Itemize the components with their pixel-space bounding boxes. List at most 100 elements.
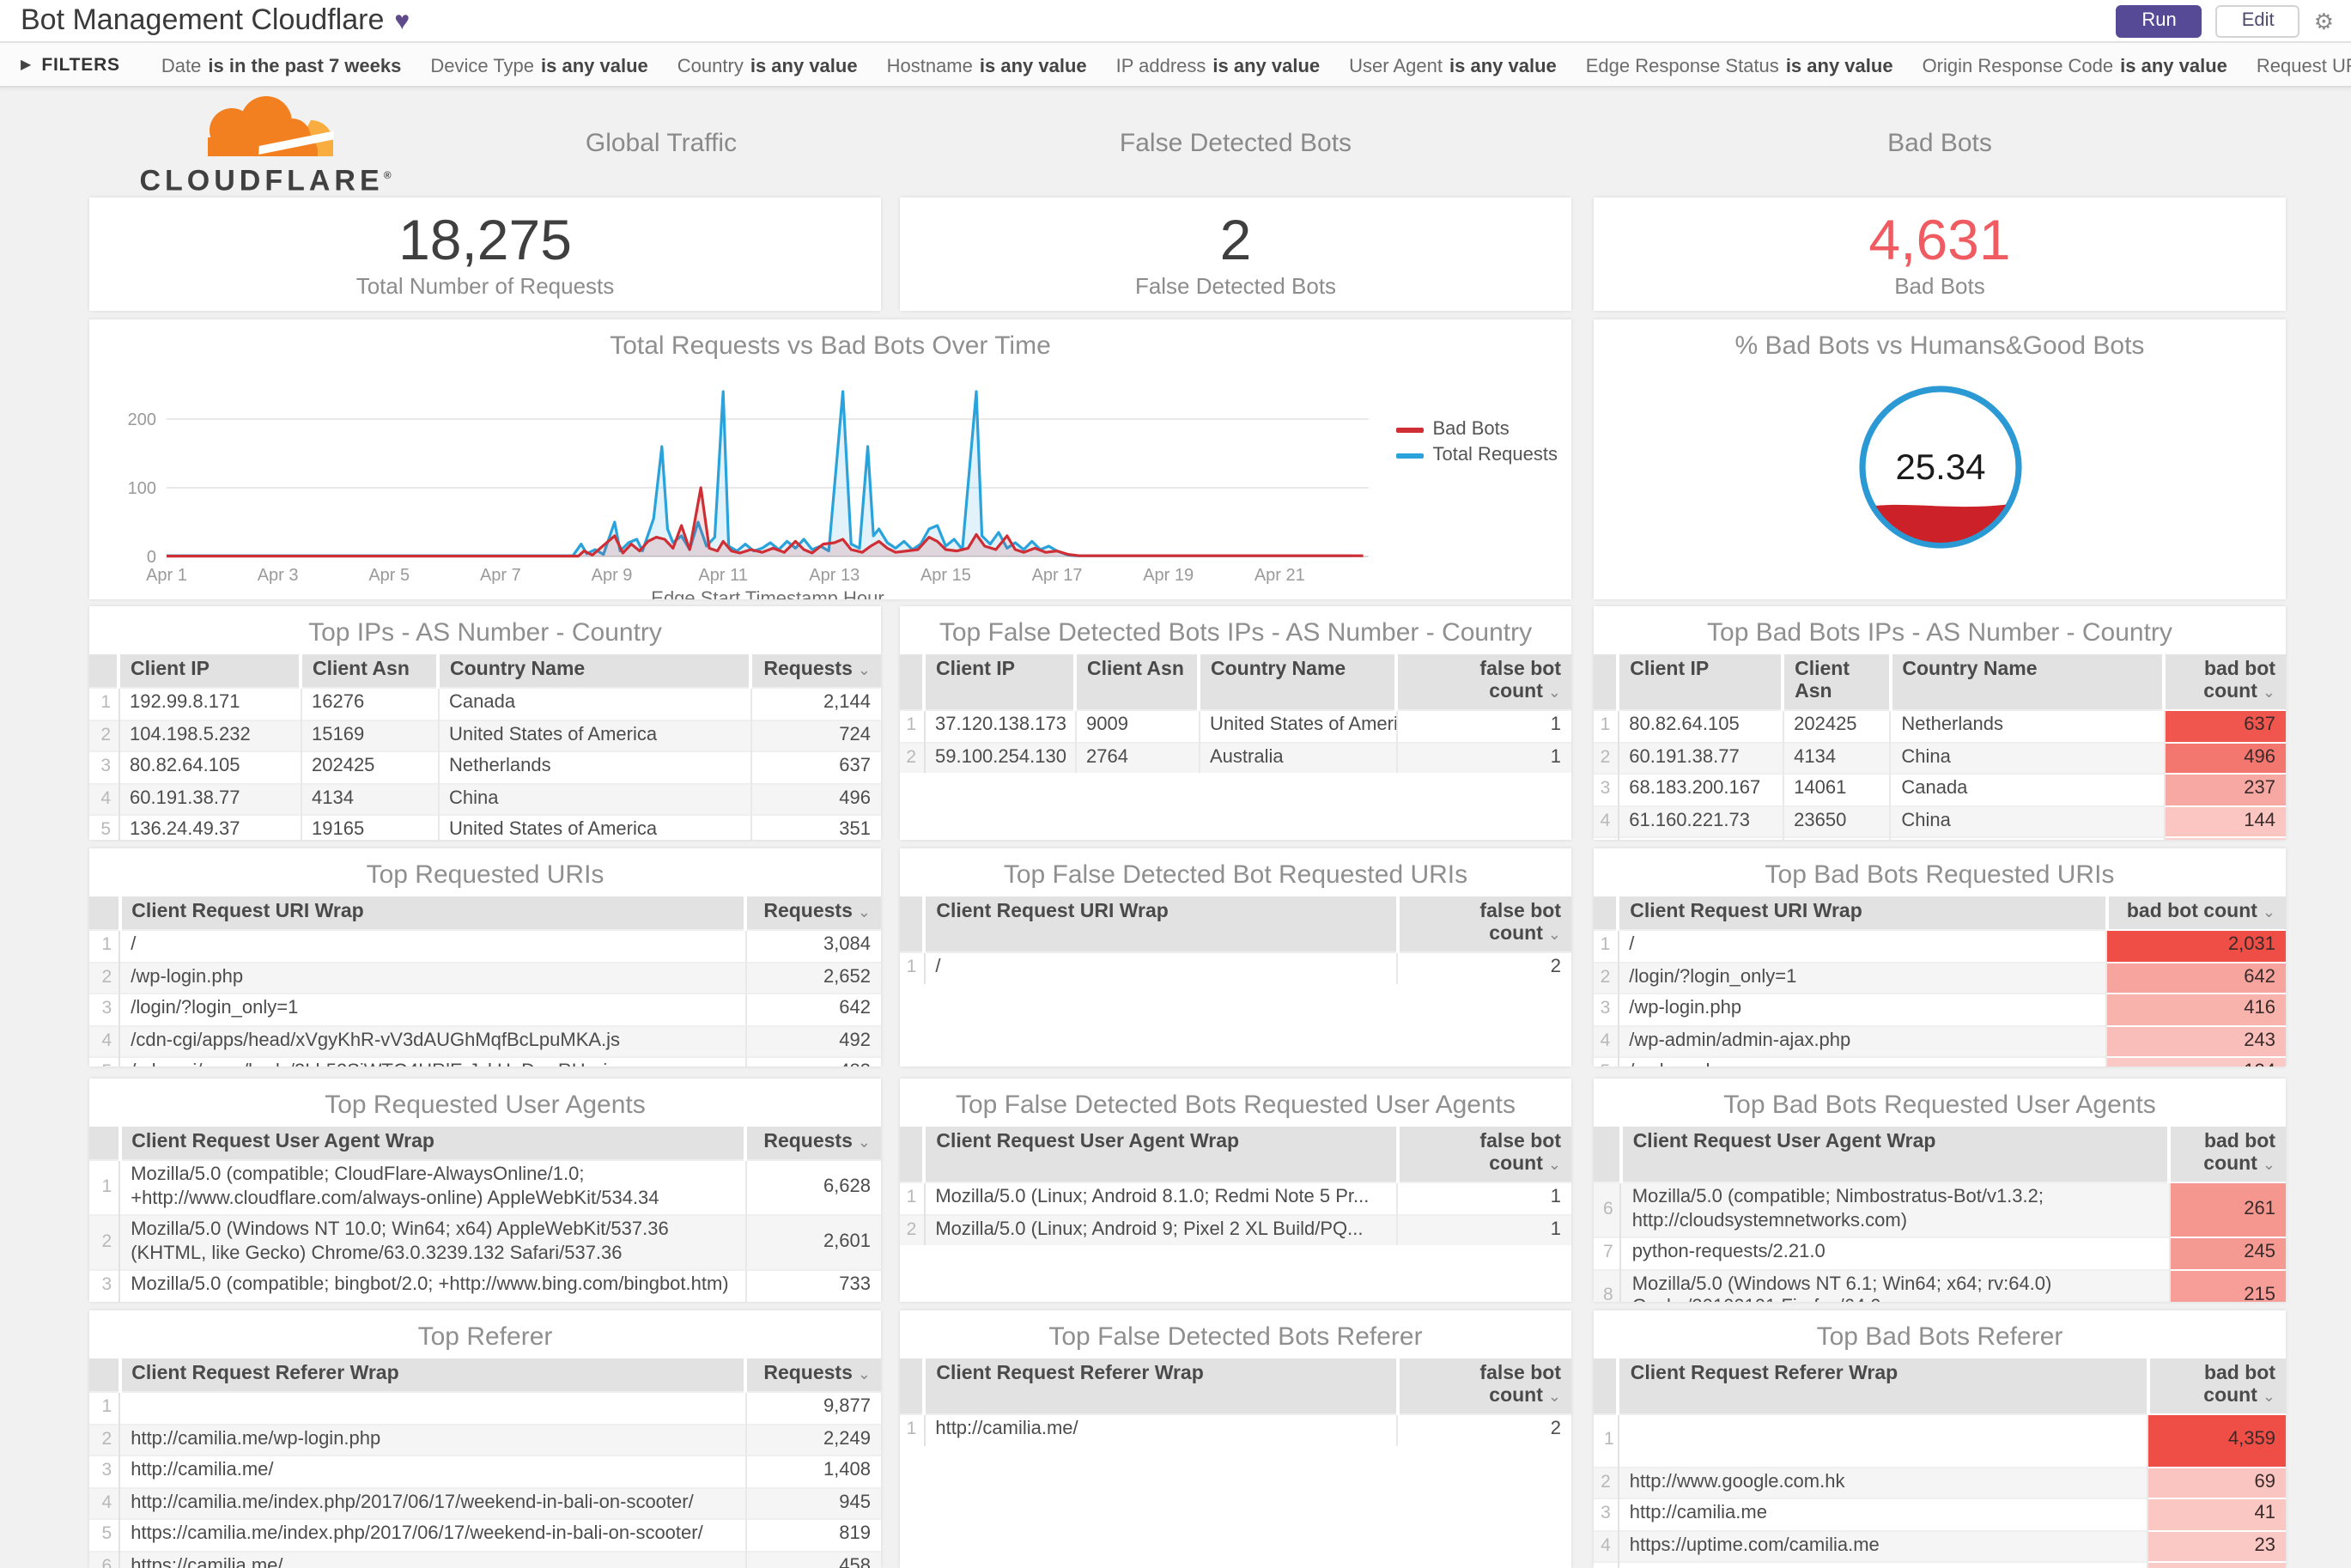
filter-item-request-uri[interactable]: Request URIis any value	[2257, 56, 2351, 76]
column-header-false-bot-count[interactable]: false bot count ⌄	[1396, 654, 1571, 710]
table-cell: China	[1890, 741, 2166, 774]
filter-item-country[interactable]: Country is any value	[677, 56, 858, 76]
table-cell: python-requests/2.21.0	[1620, 1237, 2171, 1269]
row-number-header	[900, 896, 926, 952]
table-row: 1 9,877	[89, 1391, 881, 1424]
legend-label: Bad Bots	[1432, 419, 1510, 440]
table-row: 1/2	[900, 951, 1571, 983]
column-header-requests[interactable]: Requests ⌄	[745, 896, 881, 930]
row-number: 1	[900, 1413, 926, 1445]
settings-gear-icon[interactable]: ⚙	[2314, 9, 2334, 32]
row-number: 3	[89, 1269, 121, 1302]
table-row: 1/2,031	[1594, 929, 2286, 962]
filter-item-ip-address[interactable]: IP address is any value	[1116, 56, 1321, 76]
filter-item-user-agent[interactable]: User Agent is any value	[1349, 56, 1557, 76]
y-axis-tick: 100	[128, 479, 156, 498]
column-header-country-name[interactable]: Country Name	[1199, 654, 1398, 710]
table-row: 1 80.82.64.105 202425 Netherlands 637	[1594, 709, 2286, 742]
page-title: Bot Management Cloudflare ♥	[21, 3, 410, 38]
row-number-header	[89, 1127, 122, 1160]
column-header-bad-bot-count[interactable]: bad bot count ⌄	[2169, 1127, 2286, 1182]
column-header-client-request-referer-wrap[interactable]: Client Request Referer Wrap	[924, 1358, 1400, 1414]
column-header-client-asn[interactable]: Client Asn	[1075, 654, 1200, 710]
column-header-false-bot-count[interactable]: false bot count ⌄	[1397, 1358, 1571, 1414]
column-header-bad-bot-count[interactable]: bad bot count ⌄	[2147, 1358, 2286, 1414]
legend-item-total-requests[interactable]: Total Requests	[1396, 445, 1558, 465]
legend-item-bad-bots[interactable]: Bad Bots	[1396, 419, 1558, 440]
kpi-bad-bots: 4,631 Bad Bots	[1594, 198, 2286, 311]
filter-name: User Agent	[1349, 56, 1443, 76]
row-number-header	[1594, 896, 1620, 930]
filter-item-edge-response-status[interactable]: Edge Response Status is any value	[1586, 56, 1893, 76]
table-cell: /login/?login_only=1	[1618, 961, 2108, 994]
table-cell: 2	[1397, 951, 1571, 983]
column-header-client-request-user-agent-wrap[interactable]: Client Request User Agent Wrap	[1620, 1127, 2172, 1182]
edit-button[interactable]: Edit	[2215, 4, 2300, 37]
table-cell: 1,408	[745, 1455, 881, 1487]
kpi-total-requests-value: 18,275	[398, 207, 572, 270]
table-cell: 2764	[1075, 741, 1200, 773]
data-table: Client IP Client Asn Country Name false bot…	[900, 654, 1571, 773]
table-row: 5 https://camilia.me/index.php/2017/06/17…	[89, 1518, 881, 1551]
filter-item-date[interactable]: Date is in the past 7 weeks	[161, 56, 402, 76]
table-cell: 351	[750, 814, 881, 840]
column-header-client-asn[interactable]: Client Asn	[1783, 654, 1892, 710]
x-axis-tick: Apr 11	[698, 566, 747, 585]
column-header-client-request-user-agent-wrap[interactable]: Client Request User Agent Wrap	[119, 1127, 748, 1160]
column-header-bad-bot-count[interactable]: bad bot count ⌄	[2106, 896, 2286, 930]
column-header-false-bot-count[interactable]: false bot count ⌄	[1397, 896, 1571, 952]
table-cell: 237	[2164, 773, 2286, 805]
column-header-false-bot-count[interactable]: false bot count ⌄	[1397, 1127, 1571, 1182]
table-cell: 733	[745, 1269, 881, 1302]
row-number: 4	[89, 1486, 121, 1519]
table-cell: China	[1890, 805, 2166, 837]
column-header-requests[interactable]: Requests ⌄	[750, 654, 881, 688]
tables-row-uris: Top Requested URIs Client Request URI Wra…	[89, 848, 2286, 1067]
column-header-country-name[interactable]: Country Name	[438, 654, 752, 688]
column-header-client-request-uri-wrap[interactable]: Client Request URI Wrap	[119, 896, 748, 930]
row-number: 5	[89, 1056, 121, 1067]
column-header-client-request-uri-wrap[interactable]: Client Request URI Wrap	[924, 896, 1400, 952]
column-header-requests[interactable]: Requests ⌄	[745, 1127, 881, 1160]
column-header-client-ip[interactable]: Client IP	[118, 654, 302, 688]
y-axis-tick: 0	[147, 548, 156, 567]
row-number: 1	[89, 1159, 121, 1215]
row-number: 4	[89, 1024, 121, 1057]
y-axis-tick: 200	[128, 410, 156, 429]
tile-title: Top Referer	[417, 1322, 553, 1352]
column-header-client-request-uri-wrap[interactable]: Client Request URI Wrap	[1618, 896, 2109, 930]
gauge-title: % Bad Bots vs Humans&Good Bots	[1734, 331, 2145, 361]
filter-item-device-type[interactable]: Device Type is any value	[430, 56, 647, 76]
filters-chevron-icon[interactable]: ▶	[21, 57, 31, 72]
column-header-requests[interactable]: Requests ⌄	[745, 1358, 881, 1392]
x-axis-tick: Apr 19	[1143, 566, 1194, 585]
column-header-bad-bot-count[interactable]: bad bot count ⌄	[2164, 654, 2286, 710]
table-cell: http://camilia.me	[1618, 1498, 2149, 1530]
data-table: Client Request URI Wrap bad bot count ⌄ 1/2…	[1594, 896, 2286, 1067]
filter-name: Edge Response Status	[1585, 56, 1779, 76]
row-number: 2	[89, 961, 121, 994]
table-cell: 23650	[1783, 805, 1892, 837]
column-header-client-ip[interactable]: Client IP	[1618, 654, 1785, 710]
heart-icon: ♥	[394, 6, 410, 35]
column-header-country-name[interactable]: Country Name	[1890, 654, 2166, 710]
tile-title: Top False Detected Bots Referer	[1048, 1322, 1423, 1352]
column-header-client-request-referer-wrap[interactable]: Client Request Referer Wrap	[1618, 1358, 2150, 1414]
filter-item-hostname[interactable]: Hostname is any value	[887, 56, 1087, 76]
column-header-client-asn[interactable]: Client Asn	[301, 654, 440, 688]
table-cell: 4134	[1783, 741, 1892, 774]
timeseries-chart-title: Total Requests vs Bad Bots Over Time	[610, 331, 1051, 361]
filter-item-origin-response-code[interactable]: Origin Response Code is any value	[1923, 56, 2227, 76]
row-number: 5	[1594, 836, 1619, 840]
table-cell: 2	[1397, 1413, 1571, 1445]
column-header-client-request-referer-wrap[interactable]: Client Request Referer Wrap	[119, 1358, 748, 1392]
filters-label[interactable]: FILTERS	[41, 54, 120, 75]
data-table: Client Request URI Wrap Requests ⌄ 1/3,084 2…	[89, 896, 881, 1067]
table-cell: 41	[2147, 1498, 2286, 1530]
table-row: 3 68.183.200.167 14061 Canada 237	[1594, 773, 2286, 805]
sort-caret-icon: ⌄	[2262, 684, 2275, 701]
column-header-client-ip[interactable]: Client IP	[924, 654, 1077, 710]
run-button[interactable]: Run	[2116, 4, 2202, 37]
table-row: 2 60.191.38.77 4134 China 496	[1594, 741, 2286, 774]
column-header-client-request-user-agent-wrap[interactable]: Client Request User Agent Wrap	[924, 1127, 1400, 1182]
